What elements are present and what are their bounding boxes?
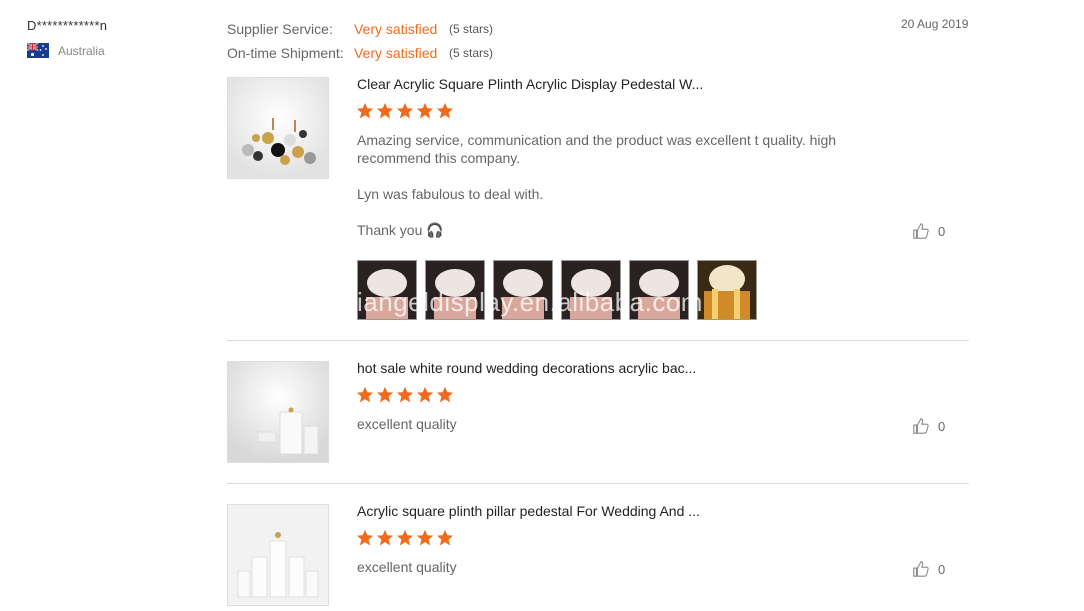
star-icon [376, 529, 394, 546]
review-paragraph: excellent quality [357, 559, 457, 575]
star-rating [356, 386, 454, 404]
review-paragraph: excellent quality [357, 416, 457, 432]
buyer-info: D************n Australia [27, 18, 107, 58]
buyer-name: D************n [27, 18, 108, 33]
buyer-country-label: Australia [58, 43, 105, 58]
thumbs-up-icon [913, 561, 929, 577]
review-item: Clear Acrylic Square Plinth Acrylic Disp… [227, 76, 969, 341]
product-title-link[interactable]: Acrylic square plinth pillar pedestal Fo… [357, 503, 700, 519]
like-button[interactable]: 0 [912, 417, 945, 435]
thumbs-up-icon [913, 223, 929, 239]
review-photo-thumbnail[interactable] [425, 260, 485, 320]
rating-stars-text: (5 stars) [449, 22, 494, 36]
star-icon [436, 386, 454, 403]
product-image[interactable] [227, 361, 329, 463]
review-photo-thumbnail[interactable] [629, 260, 689, 320]
supplier-ratings: Supplier Service: Very satisfied (5 star… [227, 17, 493, 65]
star-icon [436, 529, 454, 546]
star-icon [396, 386, 414, 403]
product-image[interactable] [227, 504, 329, 606]
review-text: Amazing service, communication and the p… [357, 131, 877, 257]
review-text: excellent quality [357, 558, 877, 594]
star-icon [356, 529, 374, 546]
product-title-link[interactable]: hot sale white round wedding decorations… [357, 360, 696, 376]
star-icon [376, 386, 394, 403]
thumbs-up-icon [913, 418, 929, 434]
review-photo-thumbnail[interactable] [357, 260, 417, 320]
star-icon [376, 102, 394, 119]
like-count: 0 [938, 418, 946, 434]
rating-value: Very satisfied [354, 21, 438, 37]
like-button[interactable]: 0 [912, 222, 945, 240]
rating-value: Very satisfied [354, 45, 438, 61]
star-icon [416, 386, 434, 403]
review-item: hot sale white round wedding decorations… [227, 360, 969, 484]
star-icon [436, 102, 454, 119]
product-title-link[interactable]: Clear Acrylic Square Plinth Acrylic Disp… [357, 76, 703, 92]
review-paragraph: Thank you 🎧 [357, 222, 444, 238]
star-icon [416, 102, 434, 119]
review-photo-thumbnail[interactable] [561, 260, 621, 320]
star-rating [356, 529, 454, 547]
review-photo-thumbnail[interactable] [493, 260, 553, 320]
review-item: Acrylic square plinth pillar pedestal Fo… [227, 503, 969, 611]
star-icon [416, 529, 434, 546]
review-photo-thumbnail[interactable] [697, 260, 757, 320]
star-icon [356, 386, 374, 403]
review-paragraph: Amazing service, communication and the p… [357, 132, 837, 166]
product-image[interactable] [227, 77, 329, 179]
review-photos [357, 260, 757, 320]
star-icon [396, 102, 414, 119]
star-icon [356, 102, 374, 119]
like-count: 0 [938, 223, 946, 239]
like-count: 0 [938, 561, 946, 577]
review-text: excellent quality [357, 415, 877, 451]
rating-supplier-service: Supplier Service: Very satisfied (5 star… [227, 17, 493, 41]
rating-label: Supplier Service: [227, 21, 333, 37]
rating-stars-text: (5 stars) [449, 46, 494, 60]
buyer-country: Australia [27, 43, 107, 58]
review-paragraph: Lyn was fabulous to deal with. [357, 186, 544, 202]
rating-label: On-time Shipment: [227, 45, 344, 61]
rating-on-time-shipment: On-time Shipment: Very satisfied (5 star… [227, 41, 493, 65]
star-rating [356, 102, 454, 120]
star-icon [396, 529, 414, 546]
australia-flag-icon [27, 43, 49, 58]
like-button[interactable]: 0 [912, 560, 945, 578]
review-date: 20 Aug 2019 [901, 17, 969, 31]
